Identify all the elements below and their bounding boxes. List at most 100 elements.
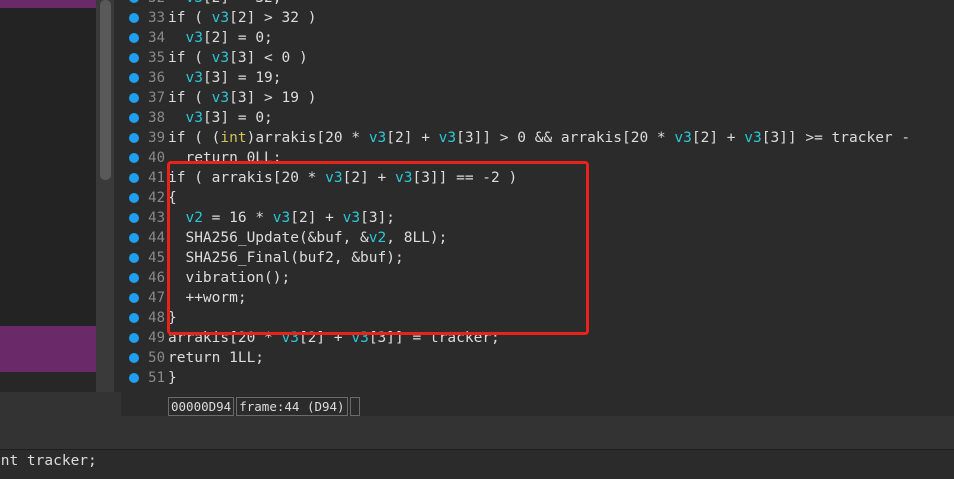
code-token: [2] +	[691, 130, 745, 146]
status-empty-cell	[349, 397, 360, 416]
variable-token: v3	[744, 130, 762, 146]
breakpoint-dot-icon[interactable]	[129, 0, 139, 3]
code-token: [3] = 19;	[202, 70, 282, 86]
code-text[interactable]: }	[168, 368, 177, 388]
code-line[interactable]: 37 if ( v3[3] > 19 )	[121, 88, 954, 108]
red-highlight-annotation	[167, 161, 589, 335]
breakpoint-dot-icon[interactable]	[129, 273, 139, 283]
code-token: if ( (	[168, 130, 221, 146]
line-number: 37	[148, 90, 165, 106]
line-number: 46	[148, 270, 165, 286]
breakpoint-dot-icon[interactable]	[129, 193, 139, 203]
code-token: [3]] > 0 && arrakis[20 *	[456, 130, 675, 146]
code-text[interactable]: v3[2] = 0;	[168, 28, 273, 48]
left-panel-list-area	[0, 8, 96, 326]
code-line[interactable]: 51}	[121, 368, 954, 388]
variable-token: v3	[185, 30, 203, 46]
breakpoint-dot-icon[interactable]	[129, 173, 139, 183]
line-number: 38	[148, 110, 165, 126]
code-token: [3] = 0;	[202, 110, 273, 126]
breakpoint-dot-icon[interactable]	[129, 313, 139, 323]
line-number: 34	[148, 30, 165, 46]
code-token: if (	[168, 90, 212, 106]
variable-token: v3	[368, 130, 387, 146]
breakpoint-dot-icon[interactable]	[129, 113, 139, 123]
breakpoint-dot-icon[interactable]	[129, 153, 139, 163]
breakpoint-dot-icon[interactable]	[129, 73, 139, 83]
breakpoint-dot-icon[interactable]	[129, 373, 139, 383]
variable-token: v3	[674, 130, 692, 146]
breakpoint-dot-icon[interactable]	[129, 353, 139, 363]
code-line[interactable]: 39 if ( (int)arrakis[20 * v3[2] + v3[3]] …	[121, 128, 954, 148]
variable-token: v3	[211, 10, 230, 26]
code-token: }	[168, 370, 177, 386]
variable-token: v3	[185, 0, 202, 6]
bottom-panel-text: int tracker;	[0, 453, 97, 469]
breakpoint-dot-icon[interactable]	[129, 333, 139, 343]
code-status-bar: 00000D94 frame:44 (D94)	[168, 397, 360, 416]
left-panel-footer	[0, 372, 96, 392]
code-text[interactable]: if ( v3[3] < 0 )	[168, 48, 308, 68]
code-token: [3] < 0 )	[229, 50, 308, 66]
breakpoint-dot-icon[interactable]	[129, 53, 139, 63]
line-number: 48	[148, 310, 165, 326]
line-number: 36	[148, 70, 165, 86]
breakpoint-dot-icon[interactable]	[129, 93, 139, 103]
breakpoint-dot-icon[interactable]	[129, 13, 139, 23]
status-address: 00000D94	[168, 397, 235, 416]
code-token: [2] = 0;	[202, 30, 273, 46]
line-number: 47	[148, 290, 165, 306]
code-text[interactable]: if ( (int)arrakis[20 * v3[2] + v3[3]] > …	[168, 128, 910, 148]
line-number: 41	[148, 170, 165, 186]
left-panel-selected-row[interactable]	[0, 0, 96, 8]
code-line[interactable]: 33 if ( v3[2] > 32 )	[121, 8, 954, 28]
code-line[interactable]: 36 v3[3] = 19;	[121, 68, 954, 88]
line-number: 44	[148, 230, 165, 246]
line-number: 42	[148, 190, 165, 206]
line-number: 45	[148, 250, 165, 266]
code-token: if (	[168, 10, 212, 26]
code-token: [2] +	[386, 130, 439, 146]
code-token: )arrakis[20 *	[246, 130, 369, 146]
code-line[interactable]: 38 v3[3] = 0;	[121, 108, 954, 128]
breakpoint-dot-icon[interactable]	[129, 233, 139, 243]
line-number: 33	[148, 10, 165, 26]
code-token: [2] = 32;	[203, 0, 282, 6]
line-number: 39	[148, 130, 165, 146]
code-token: [3] > 19 )	[229, 90, 317, 106]
line-number: 40	[148, 150, 165, 166]
line-number: 32	[141, 0, 165, 8]
breakpoint-dot-icon[interactable]	[129, 293, 139, 303]
code-token: return 1LL;	[168, 350, 265, 366]
code-text[interactable]: v3[3] = 19;	[168, 68, 282, 88]
line-number: 50	[148, 350, 165, 366]
line-number: 51	[148, 370, 165, 386]
code-text[interactable]: return 1LL;	[168, 348, 264, 368]
line-number: 49	[148, 330, 165, 346]
status-frame: frame:44 (D94)	[236, 397, 348, 416]
line-number: 35	[148, 50, 165, 66]
code-token: if (	[168, 50, 212, 66]
code-token: [3]] >= tracker -	[761, 130, 911, 146]
code-text[interactable]: v3[2] = 32;	[168, 0, 282, 8]
code-text[interactable]: v3[3] = 0;	[168, 108, 273, 128]
left-panel-scroll-thumb[interactable]	[100, 0, 111, 180]
code-line[interactable]: 32 v3[2] = 32;	[121, 0, 954, 8]
breakpoint-dot-icon[interactable]	[129, 253, 139, 263]
breakpoint-dot-icon[interactable]	[129, 133, 139, 143]
variable-token: v3	[185, 70, 203, 86]
code-text[interactable]: if ( v3[2] > 32 )	[168, 8, 316, 28]
code-line[interactable]: 34 v3[2] = 0;	[121, 28, 954, 48]
breakpoint-dot-icon[interactable]	[129, 213, 139, 223]
code-line[interactable]: 35 if ( v3[3] < 0 )	[121, 48, 954, 68]
code-line[interactable]: 50 return 1LL;	[121, 348, 954, 368]
variable-token: v3	[211, 50, 230, 66]
code-text[interactable]: if ( v3[3] > 19 )	[168, 88, 316, 108]
left-panel-highlighted-block[interactable]	[0, 326, 96, 372]
breakpoint-dot-icon[interactable]	[129, 33, 139, 43]
bottom-panel[interactable]: int tracker;	[0, 449, 954, 479]
